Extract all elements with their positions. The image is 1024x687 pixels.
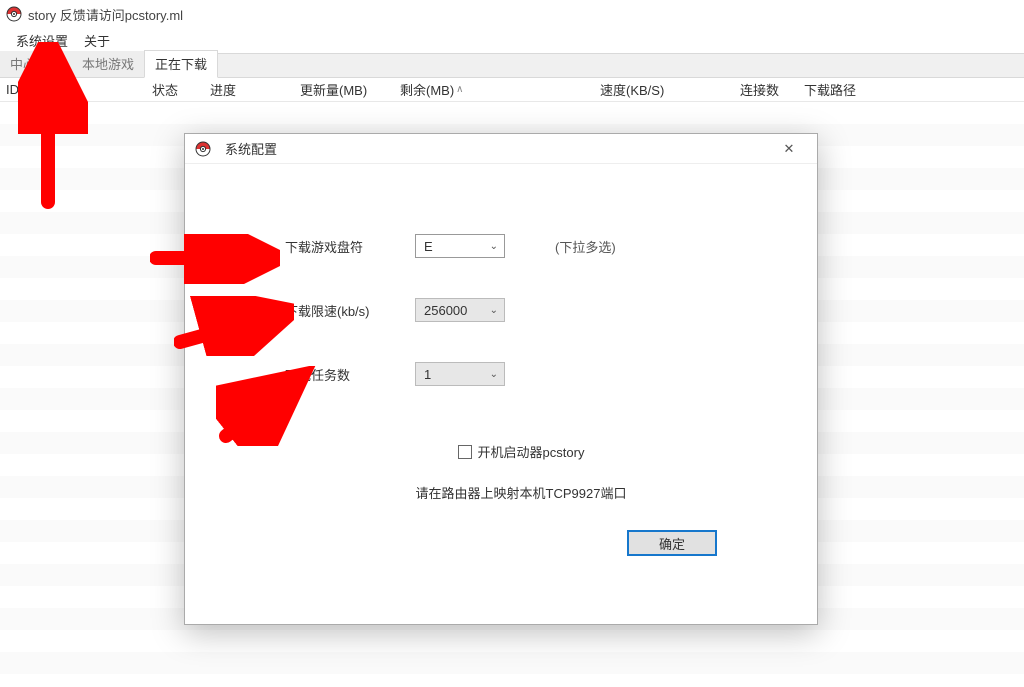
system-config-dialog: 系统配置 ✕ 下载游戏盘符 E ⌄ (下拉多选) 下载限速(kb/s) 2560… [184, 133, 818, 625]
speed-label: 下载限速(kb/s) [285, 301, 415, 320]
close-icon: ✕ [784, 141, 795, 157]
col-remain[interactable]: 剩余(MB) ∧ [394, 80, 594, 99]
chevron-down-icon: ⌄ [490, 369, 498, 380]
tasks-value: 1 [424, 367, 431, 382]
chevron-down-icon: ⌄ [490, 241, 498, 252]
col-status[interactable]: 状态 [146, 80, 204, 99]
col-speed[interactable]: 速度(KB/S) [594, 80, 734, 99]
col-id[interactable]: ID [0, 82, 36, 97]
autostart-label: 开机启动器pcstory [478, 442, 585, 461]
col-path[interactable]: 下载路径 [798, 80, 1024, 99]
drive-value: E [424, 239, 433, 254]
col-update[interactable]: 更新量(MB) [294, 80, 394, 99]
app-icon [6, 6, 22, 22]
tab-center-games[interactable]: 中心游戏 [0, 51, 72, 77]
col-progress[interactable]: 进度 [204, 80, 294, 99]
port-hint: 请在路由器上映射本机TCP9927端口 [285, 483, 757, 502]
tab-downloading[interactable]: 正在下载 [144, 50, 218, 78]
ok-button[interactable]: 确定 [627, 530, 717, 556]
menu-about[interactable]: 关于 [76, 29, 118, 52]
drive-hint: (下拉多选) [555, 237, 616, 256]
drive-label: 下载游戏盘符 [285, 237, 415, 256]
autostart-checkbox[interactable] [458, 445, 472, 459]
sort-caret-icon: ∧ [456, 84, 463, 95]
dialog-title: 系统配置 [225, 139, 277, 158]
main-titlebar: story 反馈请访问pcstory.ml [0, 0, 1024, 28]
dialog-icon [195, 141, 211, 157]
tasks-combobox[interactable]: 1 ⌄ [415, 362, 505, 386]
menu-settings[interactable]: 系统设置 [8, 29, 76, 52]
window-title: story 反馈请访问pcstory.ml [28, 5, 183, 24]
column-headers: ID 游戏名 状态 进度 更新量(MB) 剩余(MB) ∧ 速度(KB/S) 连… [0, 78, 1024, 102]
tabstrip: 中心游戏 本地游戏 正在下载 [0, 54, 1024, 78]
col-conn[interactable]: 连接数 [734, 80, 798, 99]
ok-button-label: 确定 [659, 534, 685, 553]
close-button[interactable]: ✕ [771, 134, 807, 164]
tasks-label: 下载任务数 [285, 365, 415, 384]
dialog-titlebar[interactable]: 系统配置 ✕ [185, 134, 817, 164]
tab-local-games[interactable]: 本地游戏 [72, 51, 144, 77]
speed-value: 256000 [424, 303, 467, 318]
col-remain-label: 剩余(MB) [400, 80, 454, 99]
speed-combobox[interactable]: 256000 ⌄ [415, 298, 505, 322]
drive-combobox[interactable]: E ⌄ [415, 234, 505, 258]
col-name[interactable]: 游戏名 [36, 80, 146, 99]
chevron-down-icon: ⌄ [490, 305, 498, 316]
